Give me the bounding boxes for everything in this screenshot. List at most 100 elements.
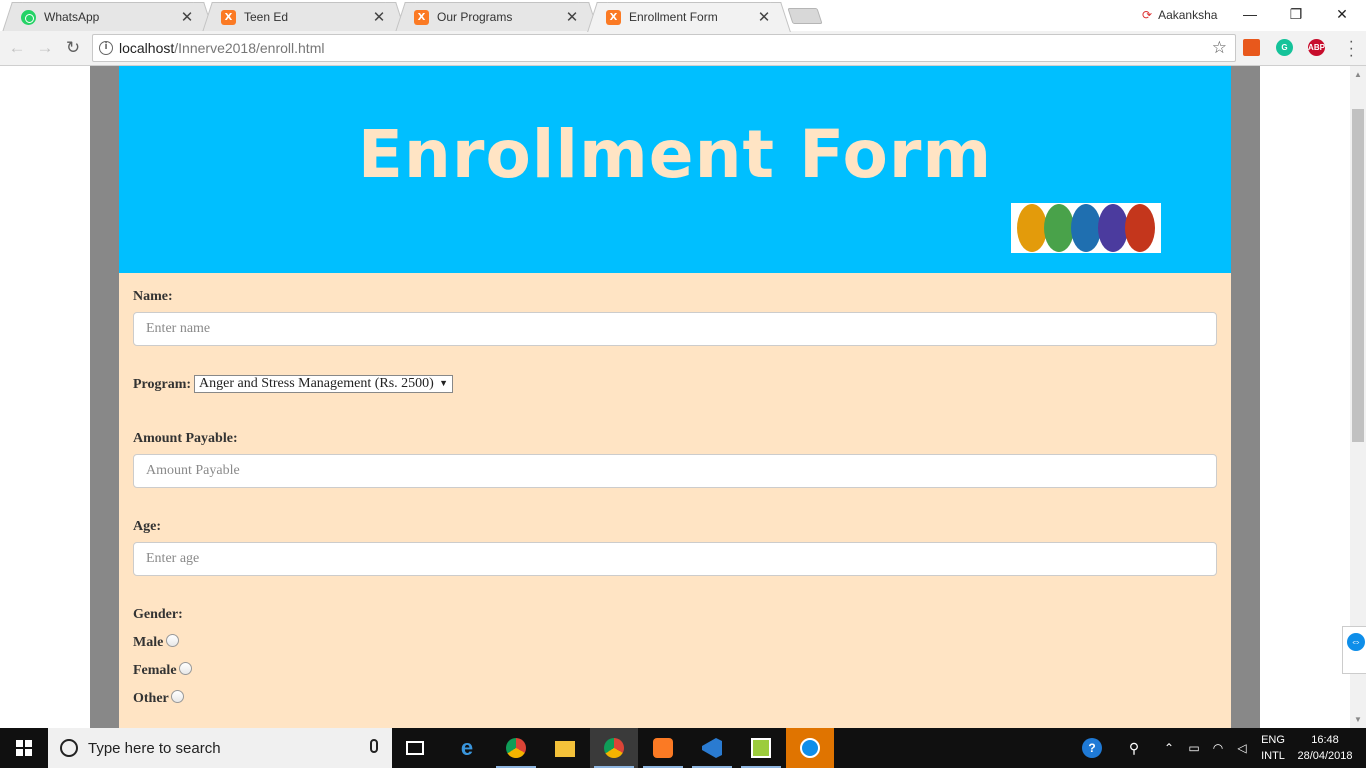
enrollment-form: Name: Program: Anger and Stress Manageme…	[119, 273, 1231, 728]
volume-icon[interactable]: ◁	[1232, 728, 1252, 768]
amount-payable-input[interactable]	[133, 454, 1217, 488]
program-select[interactable]: Anger and Stress Management (Rs. 2500) ▼	[194, 375, 453, 393]
tab-enrollment-form[interactable]: Enrollment Form ✕	[597, 2, 781, 31]
tray-chevron-up-icon[interactable]: ⌃	[1160, 728, 1178, 768]
taskbar-edge[interactable]: e	[443, 728, 491, 768]
whatsapp-icon	[21, 9, 36, 25]
gender-male-label: Male	[133, 635, 164, 650]
sync-paused-icon: ⟳	[1142, 8, 1153, 22]
windows-icon	[16, 740, 32, 756]
wifi-icon[interactable]: ◠	[1208, 728, 1228, 768]
wellness-logo	[1011, 203, 1161, 253]
tab-our-programs[interactable]: Our Programs ✕	[405, 2, 589, 31]
clock-time: 16:48	[1311, 734, 1339, 746]
xampp-icon	[414, 9, 429, 25]
tab-title: WhatsApp	[44, 10, 100, 24]
name-label: Name:	[133, 289, 173, 304]
back-button[interactable]: ←	[6, 37, 28, 59]
minimize-button[interactable]: —	[1227, 0, 1273, 30]
right-border	[1231, 66, 1260, 728]
profile-button[interactable]: ⟳ Aakanksha	[1142, 8, 1217, 22]
taskbar-teamviewer[interactable]	[786, 728, 834, 768]
gender-female-radio[interactable]	[179, 662, 192, 675]
task-view-icon	[406, 741, 424, 755]
language-code: ENG	[1261, 734, 1285, 746]
teamviewer-icon	[800, 738, 820, 758]
browser-toolbar: ← → ↻ i localhost/Innerve2018/enroll.htm…	[0, 31, 1366, 66]
close-icon[interactable]: ✕	[756, 8, 772, 26]
taskbar-chrome[interactable]	[492, 728, 540, 768]
taskbar-file-explorer[interactable]	[541, 728, 589, 768]
task-view-button[interactable]	[392, 728, 440, 768]
url-host: localhost	[119, 40, 175, 56]
tray-help[interactable]: ?	[1078, 728, 1106, 768]
close-icon[interactable]: ✕	[371, 8, 387, 26]
xampp-icon	[606, 9, 621, 25]
left-border	[90, 66, 119, 728]
reload-button[interactable]: ↻	[62, 37, 84, 59]
tab-title: Our Programs	[437, 10, 513, 24]
tab-strip: WhatsApp ✕ Teen Ed ✕ Our Programs ✕ Enro…	[0, 0, 1366, 31]
notepad-plus-icon	[751, 738, 771, 758]
language-layout: INTL	[1261, 750, 1285, 762]
gender-other-radio[interactable]	[171, 690, 184, 703]
info-icon[interactable]: i	[99, 41, 113, 55]
page-title: Enrollment Form	[357, 116, 993, 193]
gender-male-radio[interactable]	[166, 634, 179, 647]
person-icon	[1098, 204, 1128, 252]
page-header: Enrollment Form	[119, 66, 1231, 273]
microphone-icon[interactable]	[370, 739, 378, 753]
new-tab-button[interactable]	[787, 8, 823, 24]
restore-button[interactable]: ❐	[1273, 0, 1319, 30]
office-icon[interactable]	[1243, 39, 1260, 56]
menu-dots-icon[interactable]: · · ·	[1349, 34, 1354, 64]
heart-icon	[1125, 204, 1155, 252]
taskbar-xampp[interactable]	[639, 728, 687, 768]
clock-date: 28/04/2018	[1297, 750, 1353, 762]
age-label: Age:	[133, 519, 161, 534]
address-bar[interactable]: i localhost/Innerve2018/enroll.html ☆	[92, 34, 1236, 62]
scroll-down-icon[interactable]: ▼	[1350, 715, 1366, 724]
scroll-up-icon[interactable]: ▲	[1350, 70, 1366, 79]
start-button[interactable]	[0, 728, 48, 768]
windows-taskbar: Type here to search e ? ⚲ ⌃ ▭ ◠ ◁ ENG IN…	[0, 728, 1366, 768]
file-explorer-icon	[555, 741, 575, 757]
scrollbar-thumb[interactable]	[1352, 109, 1364, 442]
close-icon[interactable]: ✕	[179, 8, 195, 26]
taskbar-notepad-plus[interactable]	[737, 728, 785, 768]
chrome-icon	[604, 738, 624, 758]
xampp-icon	[221, 9, 236, 25]
input-language[interactable]: ENG INTL	[1256, 732, 1290, 764]
profile-name: Aakanksha	[1158, 8, 1218, 22]
adblock-plus-icon[interactable]: ABP	[1308, 39, 1325, 56]
taskbar-search[interactable]: Type here to search	[48, 728, 392, 768]
battery-icon[interactable]: ▭	[1184, 728, 1204, 768]
name-input[interactable]	[133, 312, 1217, 346]
cortana-icon	[60, 739, 78, 757]
taskbar-chrome-active[interactable]	[590, 728, 638, 768]
taskbar-visual-studio[interactable]	[688, 728, 736, 768]
tab-title: Teen Ed	[244, 10, 289, 24]
forward-button[interactable]: →	[34, 37, 56, 59]
apple-icon	[1071, 204, 1101, 252]
grammarly-icon[interactable]: G	[1276, 39, 1293, 56]
tab-whatsapp[interactable]: WhatsApp ✕	[12, 2, 204, 31]
tab-title: Enrollment Form	[629, 10, 718, 24]
system-clock[interactable]: 16:48 28/04/2018	[1290, 732, 1360, 764]
url-text[interactable]: localhost/Innerve2018/enroll.html	[119, 40, 324, 56]
people-icon[interactable]: ⚲	[1122, 728, 1146, 768]
age-input[interactable]	[133, 542, 1217, 576]
bookmark-star-icon[interactable]: ☆	[1212, 38, 1227, 58]
close-icon[interactable]: ✕	[564, 8, 580, 26]
gender-female-label: Female	[133, 663, 177, 678]
url-path: /Innerve2018/enroll.html	[174, 40, 325, 56]
close-window-button[interactable]: ✕	[1319, 0, 1365, 30]
meditation-icon	[1044, 204, 1074, 252]
gender-label: Gender:	[133, 607, 183, 622]
chrome-icon	[506, 738, 526, 758]
edge-icon: e	[460, 735, 474, 760]
chevron-down-icon: ▼	[439, 378, 448, 388]
teamviewer-side-tab[interactable]	[1342, 626, 1366, 674]
gender-other-label: Other	[133, 691, 169, 706]
tab-teen-ed[interactable]: Teen Ed ✕	[212, 2, 396, 31]
